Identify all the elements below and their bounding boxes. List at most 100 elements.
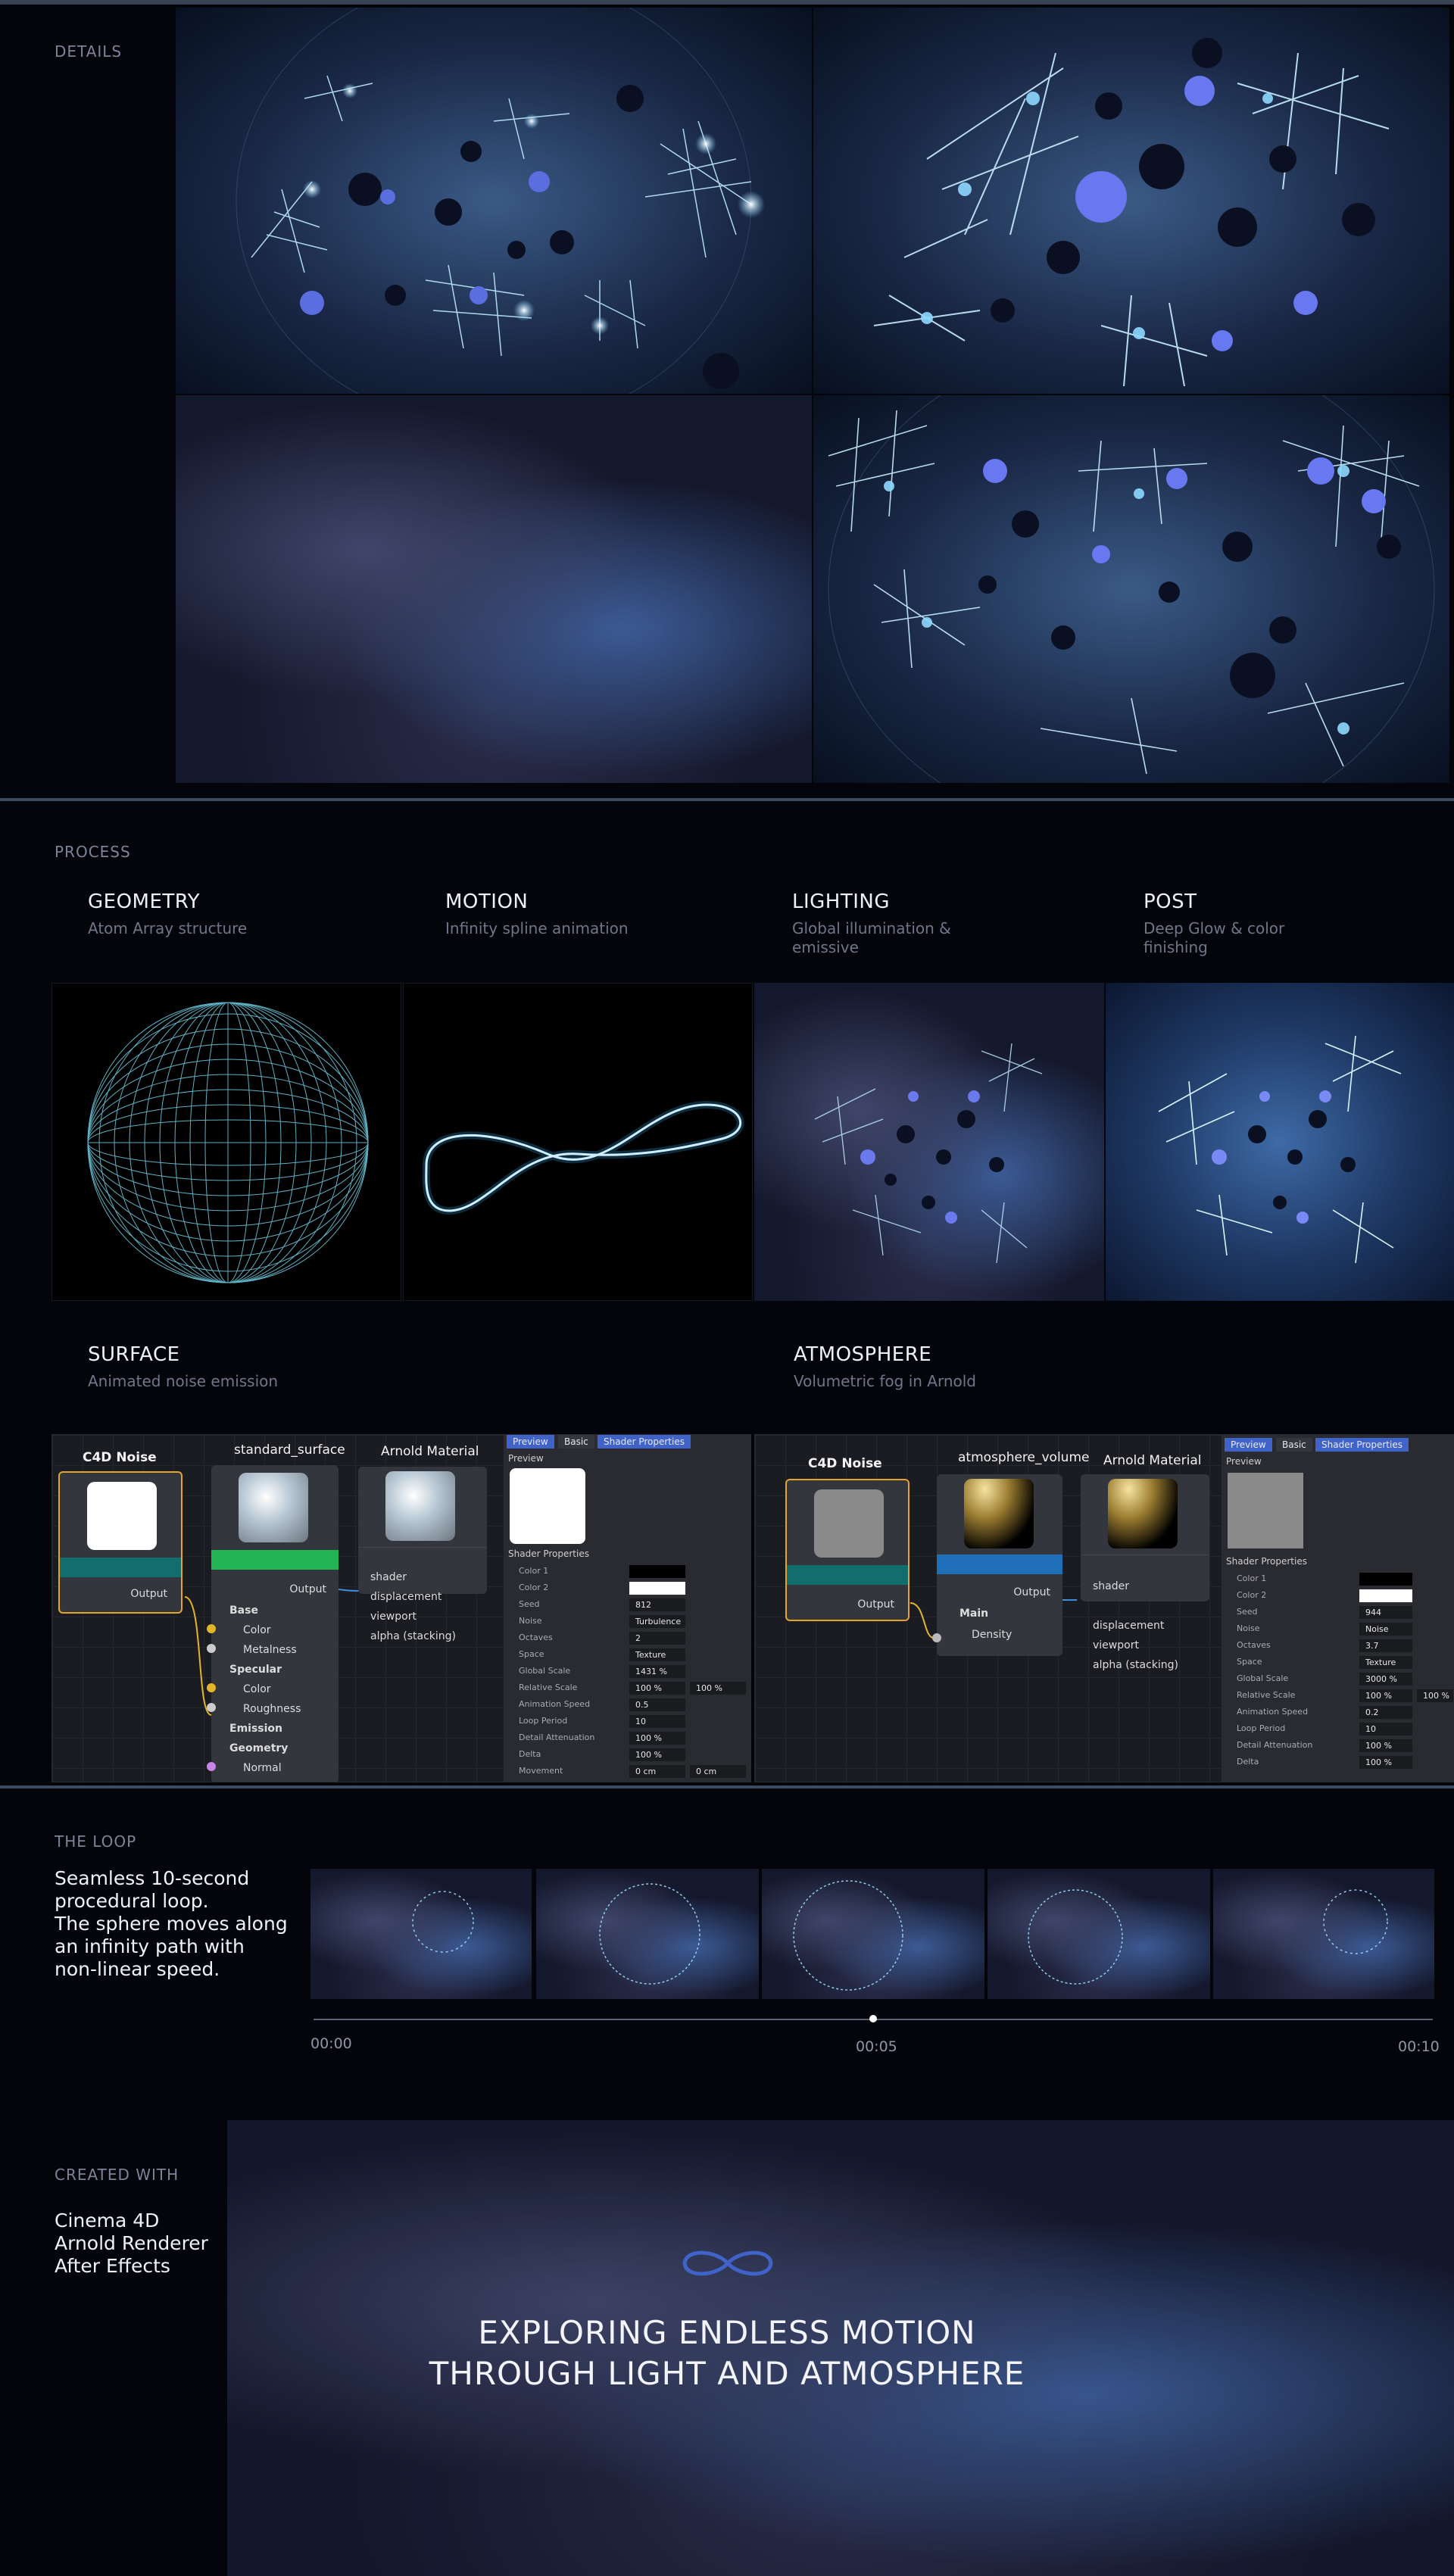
prop-value-field[interactable] — [629, 1582, 685, 1595]
process-lighting-subtitle: Global illumination & emissive — [792, 919, 951, 956]
tab-basic[interactable]: Basic — [558, 1435, 594, 1449]
prop-row: Octaves 2 — [508, 1632, 747, 1645]
prop-value-field[interactable] — [1359, 1573, 1412, 1586]
port[interactable] — [207, 1762, 216, 1771]
wireframe-sphere — [87, 1002, 369, 1283]
arnold-material-node[interactable]: shader — [1081, 1474, 1209, 1601]
prop-row: Space Texture — [508, 1648, 747, 1662]
prop-value-field[interactable] — [629, 1565, 685, 1578]
post-sphere — [1158, 1035, 1402, 1264]
port-displacement: displacement — [1093, 1620, 1165, 1632]
c4d-noise-node[interactable]: Output — [58, 1471, 183, 1614]
surface-node-editor: Output C4D Noise Output Base Color Metal… — [51, 1434, 751, 1782]
loop-line-3: The sphere moves along — [55, 1913, 288, 1935]
tab-shader-properties[interactable]: Shader Properties — [598, 1435, 691, 1449]
prop-value-field[interactable]: 0 cm — [690, 1765, 746, 1778]
atmosphere-subtitle: Volumetric fog in Arnold — [794, 1372, 976, 1390]
port[interactable] — [207, 1703, 216, 1712]
surface-attributes-panel: Preview Basic Shader Properties Preview … — [504, 1435, 750, 1782]
tagline-line-2: THROUGH LIGHT AND ATMOSPHERE — [429, 2355, 1025, 2392]
tab-preview[interactable]: Preview — [507, 1435, 554, 1449]
prop-value-field[interactable] — [1359, 1589, 1412, 1602]
standard-surface-node[interactable]: Output Base Color Metalness Specular Col… — [207, 1465, 339, 1782]
port[interactable] — [207, 1624, 216, 1633]
tab-preview[interactable]: Preview — [1225, 1438, 1272, 1452]
prop-value-field[interactable]: 0.2 — [1359, 1706, 1412, 1719]
port[interactable] — [932, 1633, 941, 1642]
node-toolbar — [787, 1565, 908, 1585]
input-density: Density — [972, 1629, 1012, 1641]
prop-name: Global Scale — [519, 1666, 571, 1676]
prop-value-field[interactable]: 100 % — [629, 1682, 685, 1695]
port[interactable] — [207, 1644, 216, 1653]
prop-row: Seed 944 — [1226, 1606, 1450, 1620]
prop-value-field[interactable]: 812 — [629, 1598, 685, 1611]
detail-image-4 — [813, 395, 1449, 783]
c4d-noise-title: C4D Noise — [83, 1450, 157, 1465]
loop-line-1: Seamless 10-second — [55, 1867, 250, 1889]
prop-value-field[interactable]: 100 % — [629, 1732, 685, 1745]
prop-row: Global Scale 3000 % — [1226, 1673, 1450, 1686]
prop-value-field[interactable]: 100 % — [1359, 1756, 1412, 1769]
prop-value-field[interactable]: 100 % — [1359, 1739, 1412, 1752]
node-toolbar — [358, 1547, 487, 1567]
arnold-material-node[interactable]: shader — [358, 1467, 487, 1594]
prop-value-field[interactable]: 3000 % — [1359, 1673, 1412, 1686]
prop-row: Relative Scale 100 % 100 % — [508, 1682, 747, 1695]
prop-value-field[interactable]: Noise — [1359, 1623, 1412, 1636]
prop-row: Noise Noise — [1226, 1623, 1450, 1636]
tab-shader-properties[interactable]: Shader Properties — [1315, 1438, 1409, 1452]
prop-value-field[interactable]: Turbulence — [629, 1615, 685, 1628]
surface-title: SURFACE — [88, 1343, 180, 1366]
post-render-image — [1106, 983, 1454, 1301]
prop-value-field[interactable]: 0 cm — [629, 1765, 685, 1778]
port[interactable] — [207, 1683, 216, 1692]
timeline-playhead[interactable] — [869, 2015, 877, 2022]
prop-value-field[interactable]: 100 % — [690, 1682, 746, 1695]
c4d-noise-node[interactable]: Output — [785, 1479, 910, 1621]
prop-name: Detail Attenuation — [1237, 1740, 1313, 1750]
props-list: Color 1 Color 2 Seed 944 Noise Noise Octaves 3.… — [1222, 1573, 1453, 1782]
props-header: Shader Properties — [508, 1548, 589, 1559]
prop-name: Delta — [1237, 1757, 1259, 1767]
prop-value-field[interactable]: 0.5 — [629, 1698, 685, 1711]
prop-value-field[interactable]: Texture — [629, 1648, 685, 1661]
prop-value-field[interactable]: 10 — [629, 1715, 685, 1728]
prop-row: Delta 100 % — [508, 1748, 747, 1762]
arnold-preview — [385, 1471, 455, 1541]
prop-value-field[interactable]: 3.7 — [1359, 1639, 1412, 1652]
prop-value-field[interactable]: 100 % — [1417, 1689, 1453, 1702]
input-specular: Specular — [229, 1664, 282, 1676]
prop-value-field[interactable]: 1431 % — [629, 1665, 685, 1678]
c4d-noise-title: C4D Noise — [808, 1456, 882, 1471]
lighting-sphere — [814, 1043, 1043, 1264]
loop-line-2: procedural loop. — [55, 1890, 209, 1912]
input-normal: Normal — [243, 1762, 282, 1774]
detail-image-1 — [176, 8, 812, 394]
noise-output-label: Output — [130, 1588, 167, 1600]
prop-value-field[interactable]: 944 — [1359, 1606, 1412, 1619]
prop-value-field[interactable]: 2 — [629, 1632, 685, 1645]
tagline: EXPLORING ENDLESS MOTION THROUGH LIGHT A… — [348, 2312, 1106, 2394]
sphere-wide-render — [828, 395, 1435, 783]
details-label: DETAILS — [55, 42, 123, 61]
prop-value-field[interactable]: 100 % — [1359, 1689, 1412, 1702]
tab-basic[interactable]: Basic — [1276, 1438, 1312, 1452]
atmosphere-volume-node[interactable]: Output Main Density — [932, 1474, 1062, 1656]
atmosphere-node-editor: Output C4D Noise Output Main Density atm… — [754, 1434, 1454, 1782]
prop-value-field[interactable]: Texture — [1359, 1656, 1412, 1669]
input-roughness: Roughness — [243, 1703, 301, 1715]
top-border — [0, 0, 1454, 5]
prop-row: Color 1 — [508, 1565, 747, 1579]
prop-value-field[interactable]: 100 % — [629, 1748, 685, 1761]
node-toolbar — [211, 1550, 339, 1570]
prop-name: Relative Scale — [1237, 1690, 1296, 1700]
material-preview — [239, 1473, 308, 1542]
process-geometry-subtitle: Atom Array structure — [88, 919, 248, 937]
prop-row: Relative Scale 100 % 100 % — [1226, 1689, 1453, 1703]
atmosphere-volume-title: atmosphere_volume — [958, 1450, 1090, 1465]
standard-output-label: Output — [289, 1583, 326, 1595]
noise-preview — [87, 1482, 157, 1550]
process-post-title: POST — [1144, 890, 1197, 913]
prop-value-field[interactable]: 10 — [1359, 1723, 1412, 1736]
